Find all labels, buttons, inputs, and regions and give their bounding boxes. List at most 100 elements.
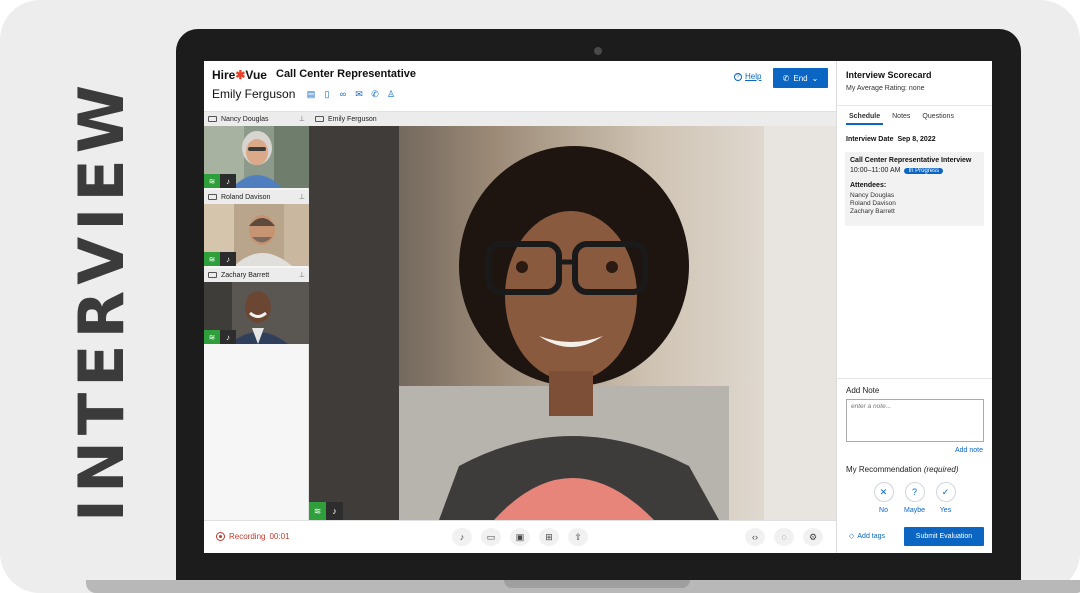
record-icon xyxy=(216,532,225,541)
pin-icon[interactable]: ⊥ xyxy=(299,115,305,123)
call-toolbar: Recording 00:01 ♪ ▭ ▣ ⊞ ⇧ ‹› ◌ ⚙ xyxy=(204,520,836,553)
participant-video[interactable]: ≋ ♪ xyxy=(204,126,309,188)
user-icon[interactable]: ♙ xyxy=(386,89,396,99)
divider xyxy=(837,378,992,379)
option-yes[interactable]: ✓ Yes xyxy=(935,482,956,514)
attendee: Nancy Douglas xyxy=(850,192,895,199)
wifi-icon: ≋ xyxy=(204,174,220,188)
chevron-down-icon: ⌄ xyxy=(811,73,819,83)
meeting-time: 10:00–11:00 AM xyxy=(850,167,901,174)
role-title: Call Center Representative xyxy=(276,68,416,80)
recommendation-label-text: My Recommendation xyxy=(846,465,922,474)
pin-icon[interactable]: ⊥ xyxy=(299,271,305,279)
document-icon[interactable]: ▤ xyxy=(306,89,316,99)
laptop-icon xyxy=(208,194,217,200)
link-icon[interactable]: ∞ xyxy=(338,89,348,99)
phone-icon[interactable]: ✆ xyxy=(370,89,380,99)
mic-icon[interactable]: ♪ xyxy=(220,330,236,344)
logo-left: Hire xyxy=(212,68,236,82)
laptop-icon xyxy=(315,116,324,122)
microphone-icon: ♪ xyxy=(459,532,465,542)
attendee: Zachary Barrett xyxy=(850,208,895,215)
candidate-name: Emily Ferguson xyxy=(212,87,296,101)
screen-view-button[interactable]: ▣ xyxy=(510,528,530,546)
scorecard-panel: Interview Scorecard My Average Rating: n… xyxy=(836,61,992,553)
mic-icon[interactable]: ♪ xyxy=(220,252,236,266)
participant-list: Nancy Douglas ⊥ ≋ ♪ Roland Davison ⊥ ≋ ♪… xyxy=(204,111,309,520)
code-icon: ‹› xyxy=(752,532,758,542)
participant-status: ≋ ♪ xyxy=(204,330,236,344)
laptop-icon xyxy=(208,116,217,122)
end-label: End xyxy=(793,73,808,83)
laptop-camera xyxy=(594,47,602,55)
close-icon: ✕ xyxy=(873,482,894,502)
interview-date: Interview Date Sep 8, 2022 xyxy=(846,136,936,143)
meeting-card: Call Center Representative Interview 10:… xyxy=(845,152,984,226)
main-video[interactable] xyxy=(309,126,836,520)
divider xyxy=(837,105,992,106)
option-label: Yes xyxy=(939,507,952,514)
submit-evaluation-button[interactable]: Submit Evaluation xyxy=(904,527,984,546)
recommendation-label: My Recommendation (required) xyxy=(846,465,959,474)
participant-status: ≋ ♪ xyxy=(204,174,236,188)
screen-view-icon: ▣ xyxy=(515,531,525,542)
check-icon: ✓ xyxy=(935,482,956,502)
question-icon: ? xyxy=(904,482,925,502)
add-tags-link[interactable]: ◇ Add tags xyxy=(849,532,885,541)
participant-status: ≋ ♪ xyxy=(204,252,236,266)
help-link[interactable]: ? Help xyxy=(734,72,761,81)
mic-icon[interactable]: ♪ xyxy=(326,502,343,520)
share-screen-button[interactable]: ⇧ xyxy=(568,528,588,546)
phone-end-icon: ✆ xyxy=(782,73,790,83)
interview-date-label: Interview Date xyxy=(846,136,894,143)
laptop-notch xyxy=(504,580,690,588)
chat-button[interactable]: ◌ xyxy=(774,528,794,546)
participant-header: Nancy Douglas ⊥ xyxy=(204,112,309,126)
mail-icon[interactable]: ✉ xyxy=(354,89,364,99)
help-icon: ? xyxy=(734,72,742,81)
note-input[interactable] xyxy=(846,399,984,442)
option-maybe[interactable]: ? Maybe xyxy=(904,482,925,514)
required-label: (required) xyxy=(923,465,959,474)
scorecard-tabs: Schedule Notes Questions xyxy=(846,113,957,125)
meeting-title: Call Center Representative Interview xyxy=(850,157,972,164)
share-screen-icon: ⇧ xyxy=(574,531,582,542)
tab-schedule[interactable]: Schedule xyxy=(846,113,884,125)
add-note-label: Add Note xyxy=(846,386,880,395)
logo-right: Vue xyxy=(245,68,267,82)
hirevue-logo: Hire✱Vue xyxy=(212,68,267,82)
tab-notes[interactable]: Notes xyxy=(889,113,913,125)
option-no[interactable]: ✕ No xyxy=(873,482,894,514)
pin-icon[interactable]: ⊥ xyxy=(299,193,305,201)
participant-video[interactable]: ≋ ♪ xyxy=(204,282,309,344)
average-rating: My Average Rating: none xyxy=(846,85,925,92)
camera-button[interactable]: ▭ xyxy=(481,528,501,546)
attendee: Roland Davison xyxy=(850,200,896,207)
microphone-button[interactable]: ♪ xyxy=(452,528,472,546)
file-icon[interactable]: ▯ xyxy=(322,89,332,99)
status-badge: In Progress xyxy=(904,167,944,174)
participant-name: Roland Davison xyxy=(221,193,271,201)
recording-time: 00:01 xyxy=(269,532,290,541)
mic-icon[interactable]: ♪ xyxy=(220,174,236,188)
tab-questions[interactable]: Questions xyxy=(919,113,957,125)
participant-name: Nancy Douglas xyxy=(221,115,269,123)
attendee-list: Nancy Douglas Roland Davison Zachary Bar… xyxy=(850,192,979,216)
scorecard-title: Interview Scorecard xyxy=(846,70,932,80)
logo-star: ✱ xyxy=(235,68,246,82)
gear-icon: ⚙ xyxy=(808,531,818,542)
side-label-text: INTERVIEW xyxy=(65,78,139,522)
end-button[interactable]: ✆ End ⌄ xyxy=(773,68,828,88)
wifi-icon: ≋ xyxy=(204,330,220,344)
side-label: INTERVIEW xyxy=(2,78,202,521)
recommendation-options: ✕ No ? Maybe ✓ Yes xyxy=(873,482,956,514)
main-video-name: Emily Ferguson xyxy=(328,115,377,123)
add-note-link[interactable]: Add note xyxy=(955,447,983,454)
participant-header: Roland Davison ⊥ xyxy=(204,190,309,204)
option-label: Maybe xyxy=(904,507,926,514)
code-editor-button[interactable]: ‹› xyxy=(745,528,765,546)
grid-layout-button[interactable]: ⊞ xyxy=(539,528,559,546)
settings-button[interactable]: ⚙ xyxy=(803,528,823,546)
main-video-header: Emily Ferguson xyxy=(309,111,836,126)
participant-video[interactable]: ≋ ♪ xyxy=(204,204,309,266)
